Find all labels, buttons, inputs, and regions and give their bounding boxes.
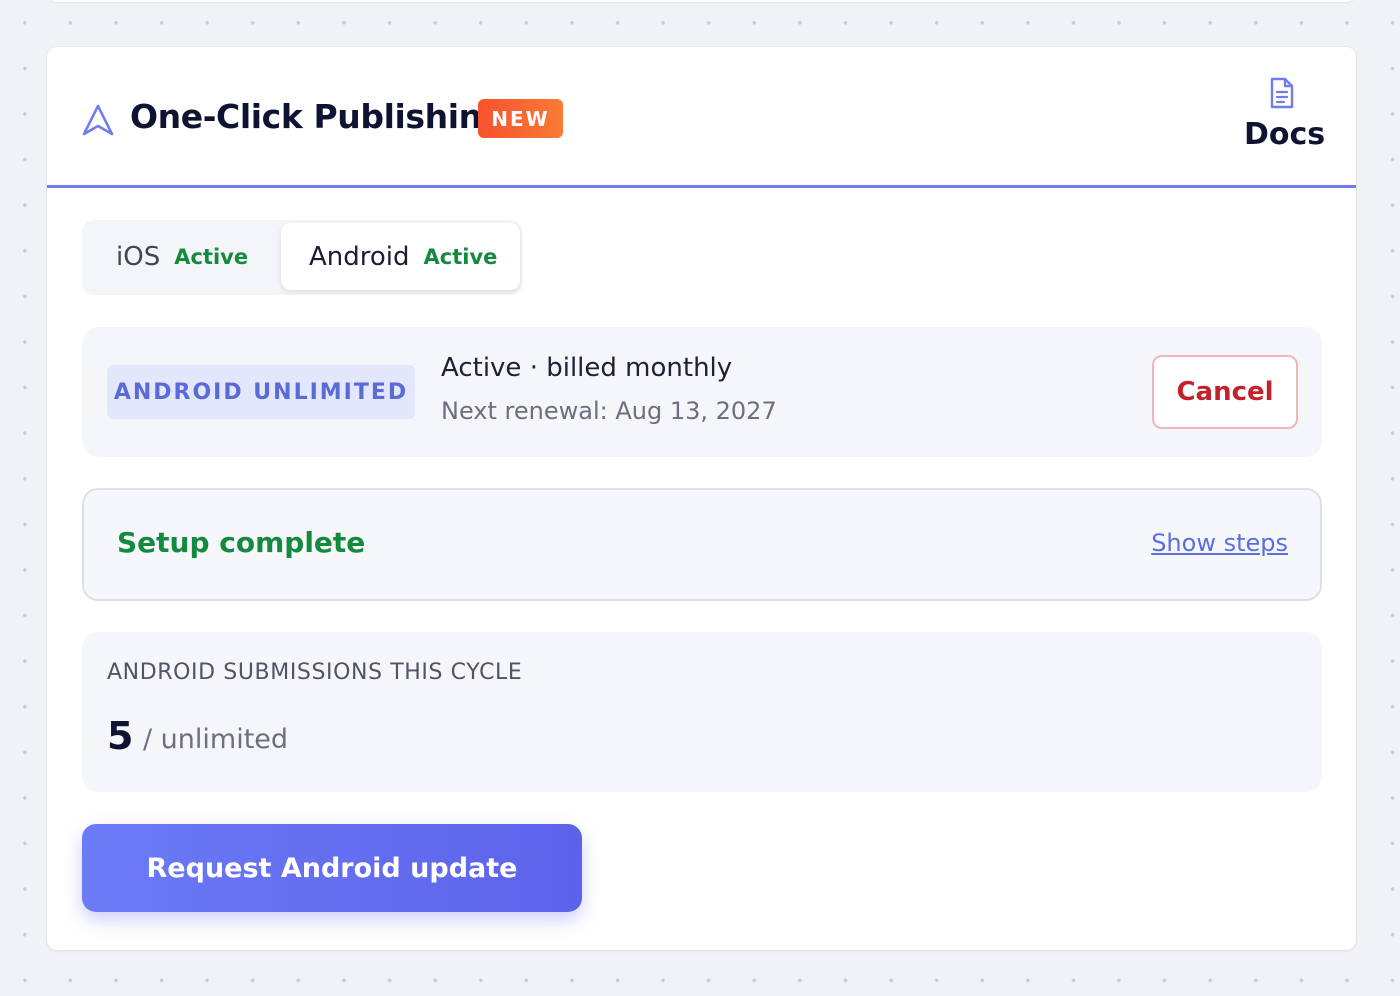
tab-label: Android [309, 241, 410, 272]
docs-link[interactable]: Docs [1244, 77, 1326, 157]
plan-status: Active · billed monthly [441, 353, 733, 383]
subscription-panel: ANDROID UNLIMITED Active · billed monthl… [82, 327, 1322, 457]
platform-tabs: iOS Active Android Active [82, 220, 522, 295]
setup-status: Setup complete [117, 526, 366, 559]
usage-limit: / unlimited [143, 724, 289, 755]
tab-ios[interactable]: iOS Active [82, 223, 280, 290]
setup-status-panel: Setup complete Show steps [82, 488, 1322, 601]
new-badge: NEW [478, 99, 563, 138]
docs-label: Docs [1244, 117, 1326, 152]
card-header: One-Click Publishing NEW Docs [47, 47, 1356, 188]
tab-status: Active [174, 244, 249, 269]
request-android-update-button[interactable]: Request Android update [82, 824, 582, 912]
cancel-button[interactable]: Cancel [1152, 355, 1298, 429]
usage-panel: ANDROID SUBMISSIONS THIS CYCLE 5 / unlim… [82, 632, 1322, 792]
renewal-date: Next renewal: Aug 13, 2027 [441, 397, 777, 425]
tab-label: iOS [116, 241, 161, 272]
page-title: One-Click Publishing [130, 97, 505, 136]
usage-label: ANDROID SUBMISSIONS THIS CYCLE [107, 660, 523, 685]
previous-card-edge [47, 0, 1356, 2]
tab-android[interactable]: Android Active [281, 223, 520, 290]
navigation-arrow-icon [82, 104, 114, 136]
one-click-publishing-card: One-Click Publishing NEW Docs iOS Active… [47, 47, 1356, 950]
show-steps-link[interactable]: Show steps [1151, 529, 1288, 557]
tab-status: Active [423, 244, 498, 269]
plan-badge: ANDROID UNLIMITED [107, 365, 415, 419]
usage-count: 5 [107, 714, 134, 758]
document-icon [1270, 77, 1294, 109]
